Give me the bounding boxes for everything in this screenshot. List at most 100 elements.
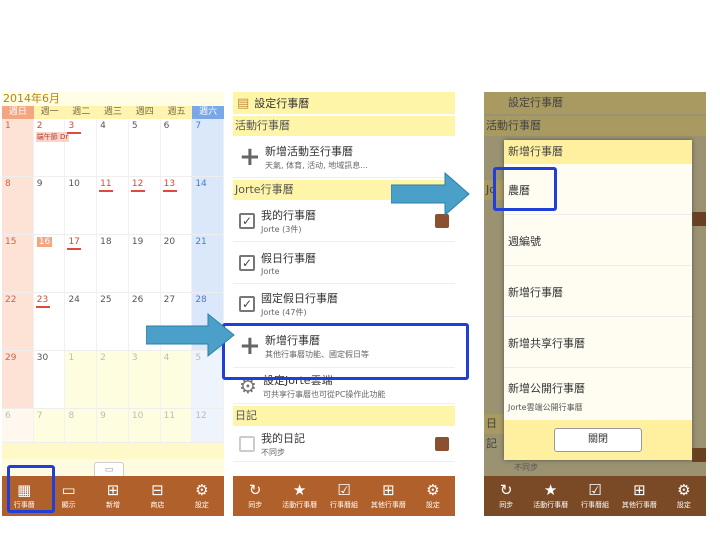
calendar-day[interactable]: 11 — [97, 177, 129, 234]
calendar-day[interactable]: 18 — [97, 235, 129, 292]
calendar-day[interactable]: 16 — [34, 235, 66, 292]
weekday-label: 週三 — [97, 106, 129, 119]
calendar-day[interactable]: 15 — [2, 235, 34, 292]
calendar-day[interactable]: 12 — [192, 409, 224, 442]
toolbar-settings-button[interactable]: ⚙ 設定 — [411, 476, 455, 516]
calendar-day[interactable]: 2 — [97, 351, 129, 408]
calendar-day[interactable]: 22 — [2, 293, 34, 350]
sync-icon: ↻ — [248, 481, 262, 499]
calendar-day[interactable]: 6 — [2, 409, 34, 442]
toolbar-store-button[interactable]: ⊟ 商店 — [135, 476, 179, 516]
dialog-item-new-calendar[interactable]: 新增行事曆 — [504, 266, 692, 317]
highlight-new-calendar — [222, 323, 469, 380]
day-number: 19 — [131, 237, 144, 247]
calendar-day[interactable]: 20 — [161, 235, 193, 292]
calendar-day[interactable]: 12 — [129, 177, 161, 234]
toolbar-sync-button[interactable]: ↻ 同步 — [233, 476, 277, 516]
calendar-day[interactable]: 7 — [33, 409, 66, 442]
calendar-day[interactable]: 2 端午節 Dr — [34, 119, 70, 176]
day-number: 17 — [68, 237, 80, 247]
calendar-day[interactable]: 5 — [129, 119, 161, 176]
calendar-day[interactable]: 4 — [160, 351, 193, 408]
calendar-day[interactable]: 29 — [2, 351, 34, 408]
diary-subtitle-dimmed: 不同步 — [514, 463, 538, 472]
cart-icon: ⊟ — [151, 481, 164, 499]
toolbar-label: 商店 — [150, 501, 165, 509]
calendar-day[interactable]: 11 — [160, 409, 193, 442]
checkbox-unchecked[interactable] — [239, 435, 255, 452]
highlight-lunar — [493, 167, 557, 211]
dialog-item-public-calendar[interactable]: 新增公開行事曆 Jorte雲端公開行事曆 — [504, 368, 692, 419]
settings-screen: ▤ 設定行事曆 活動行事曆 + 新增活動至行事曆 天氣, 体育, 活动, 地域訊息.… — [233, 92, 455, 516]
day-number: 29 — [5, 353, 17, 363]
checkbox-checked[interactable]: ✓ — [239, 212, 255, 229]
day-number: 2 — [100, 353, 106, 363]
national-holiday-row[interactable]: ✓ 國定假日行事曆 Jorte (47件) — [233, 284, 455, 324]
day-number: 28 — [195, 295, 207, 305]
dialog-footer: 關閉 — [504, 420, 692, 460]
weekday-label: 週日 — [2, 106, 34, 119]
checkbox-checked[interactable]: ✓ — [239, 254, 255, 271]
calendar-day[interactable]: 1 — [65, 351, 98, 408]
calendar-week: 6 7 8 9 10 11 12 — [2, 409, 224, 443]
calendar-day[interactable]: 10 — [128, 409, 161, 442]
calendar-day[interactable]: 7 — [192, 119, 224, 176]
section-diary: 日記 — [233, 406, 455, 426]
calendar-day[interactable]: 1 — [2, 119, 34, 176]
calendar-day[interactable]: 25 — [97, 293, 129, 350]
calendar-day[interactable]: 9 — [97, 409, 129, 442]
toolbar-settings-button[interactable]: ⚙ 設定 — [180, 476, 224, 516]
plus-icon: ⊞ — [382, 481, 395, 499]
toolbar-calendar-set-button[interactable]: ☑ 行事曆組 — [322, 476, 366, 516]
day-number: 26 — [131, 295, 144, 305]
calendar-day[interactable]: 13 — [161, 177, 193, 234]
calendar-day[interactable]: 24 — [65, 293, 98, 350]
dialog-item-week-number[interactable]: 週編號 — [504, 215, 692, 266]
calendar-day[interactable]: 3 — [128, 351, 161, 408]
toolbar-add-button[interactable]: ⊞ 新增 — [91, 476, 135, 516]
calendar-day[interactable]: 10 — [65, 177, 98, 234]
dialog-item-shared-calendar[interactable]: 新增共享行事曆 — [504, 317, 692, 368]
calendar-day[interactable]: 8 — [65, 409, 98, 442]
calendar-day[interactable]: 21 — [192, 235, 224, 292]
my-diary-row[interactable]: 我的日記 不同步 — [233, 426, 455, 462]
day-number: 2 — [36, 121, 43, 131]
calendar-grid: 1 2 端午節 Dr 3 4 5 6 7 8 9 10 11 12 13 14 15 16 17 18 19 20 21 2… — [2, 119, 224, 443]
toolbar-label: 設定 — [425, 501, 440, 509]
calendar-week: 1 2 端午節 Dr 3 4 5 6 7 — [2, 119, 224, 177]
dialog-screen: 設定行事曆 活動行事曆 Jo 日記 不同步 新增行事曆 農曆 週編號 新增行事曆… — [484, 92, 706, 516]
section-diary-dimmed: 日記 — [484, 414, 506, 450]
title-bar-dimmed: 設定行事曆 — [484, 92, 706, 114]
day-number: 23 — [36, 295, 49, 305]
day-number: 27 — [163, 295, 176, 305]
day-number: 25 — [100, 295, 112, 305]
calendar-day[interactable]: 30 — [34, 351, 66, 408]
holiday-calendar-row[interactable]: ✓ 假日行事曆 Jorte — [233, 242, 455, 284]
day-number: 4 — [100, 121, 106, 131]
calendar-week: 15 16 17 18 19 20 21 — [2, 235, 224, 293]
calendar-day[interactable]: 6 — [161, 119, 193, 176]
calendar-day[interactable]: 23 — [34, 293, 66, 350]
gear-icon: ⚙ — [195, 481, 209, 499]
calendar-day[interactable]: 5 — [192, 351, 224, 408]
toolbar-label: 其他行事曆 — [370, 501, 406, 509]
day-number: 1 — [68, 353, 75, 363]
calendar-day[interactable]: 17 — [65, 235, 98, 292]
checkbox-checked[interactable]: ✓ — [239, 295, 255, 312]
row-subtitle: Jorte — [261, 266, 280, 276]
calendar-day[interactable]: 3 — [65, 119, 98, 176]
calendar-day[interactable]: 14 — [192, 177, 224, 234]
event-label[interactable]: 端午節 Dr — [35, 132, 70, 142]
toolbar-activity-button[interactable]: ★ 活動行事曆 — [277, 476, 321, 516]
day-number: 24 — [68, 295, 80, 305]
calendar-day[interactable]: 9 — [34, 177, 66, 234]
close-button[interactable]: 關閉 — [554, 428, 642, 452]
calendar-day[interactable]: 4 — [97, 119, 129, 176]
day-number: 6 — [5, 411, 11, 421]
color-swatch[interactable] — [435, 436, 449, 451]
weekday-label: 週一 — [33, 106, 66, 119]
calendar-day[interactable]: 8 — [2, 177, 34, 234]
day-number: 11 — [100, 179, 112, 189]
calendar-day[interactable]: 19 — [129, 235, 161, 292]
toolbar-other-calendar-button[interactable]: ⊞ 其他行事曆 — [366, 476, 410, 516]
